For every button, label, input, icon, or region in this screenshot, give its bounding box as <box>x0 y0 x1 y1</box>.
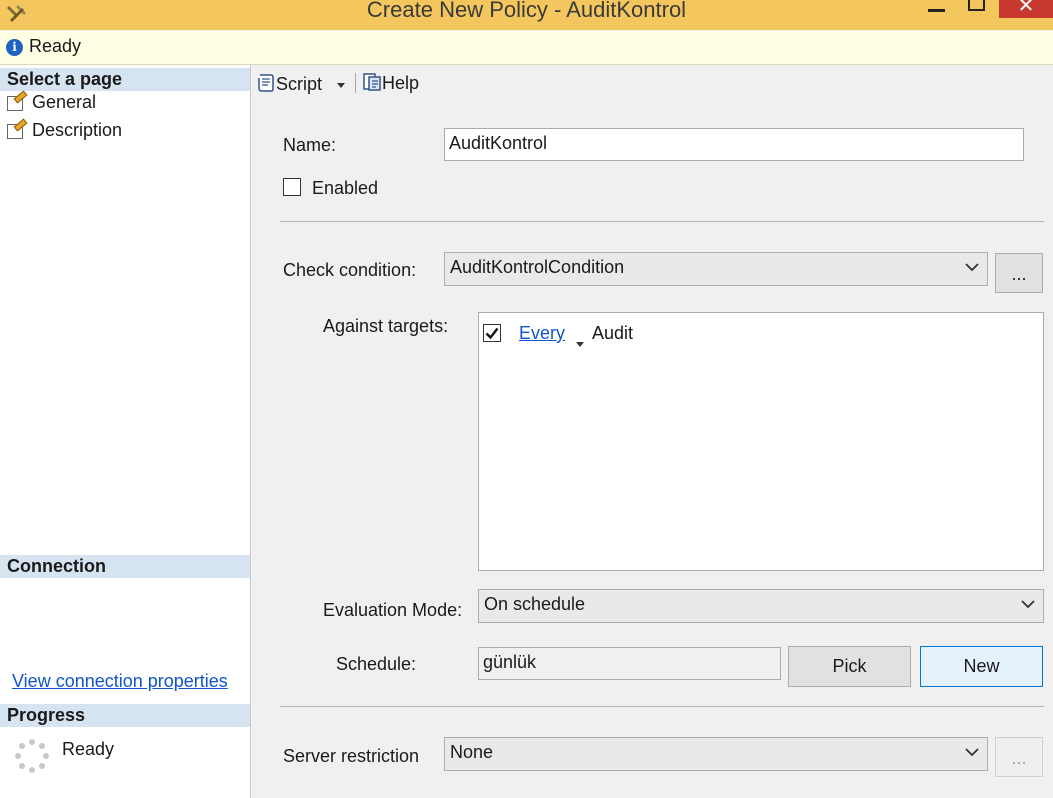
divider <box>280 706 1044 707</box>
enabled-label: Enabled <box>312 178 379 198</box>
check-condition-ellipsis-button[interactable]: ... <box>995 253 1043 293</box>
page-edit-icon <box>6 118 28 139</box>
new-button[interactable]: New <box>920 646 1043 687</box>
help-label: Help <box>382 73 420 93</box>
server-restriction-select[interactable]: None <box>444 737 988 771</box>
help-icon <box>362 72 382 92</box>
against-targets-label: Against targets: <box>323 316 449 336</box>
every-link[interactable]: Every <box>519 323 565 344</box>
chevron-down-icon <box>964 259 980 275</box>
server-restriction-ellipsis-button[interactable]: ... <box>995 737 1043 777</box>
script-icon <box>256 73 276 93</box>
status-text: Ready <box>29 36 82 56</box>
chevron-down-icon[interactable] <box>576 331 584 352</box>
schedule-label: Schedule: <box>336 654 417 674</box>
divider <box>280 221 1044 222</box>
chevron-down-icon <box>964 744 980 760</box>
evaluation-mode-select[interactable]: On schedule <box>478 589 1044 623</box>
evaluation-mode-label: Evaluation Mode: <box>323 600 463 620</box>
status-bar <box>0 31 1053 65</box>
script-label: Script <box>276 74 323 94</box>
maximize-button[interactable] <box>965 0 987 16</box>
check-condition-select[interactable]: AuditKontrolCondition <box>444 252 988 286</box>
target-checkbox[interactable] <box>483 324 501 342</box>
progress-header: Progress <box>0 704 250 727</box>
server-restriction-label: Server restriction <box>283 746 420 766</box>
help-button[interactable]: Help <box>362 72 419 96</box>
page-item-label: General <box>32 92 97 112</box>
targets-list[interactable] <box>478 312 1044 571</box>
evaluation-mode-value: On schedule <box>484 594 586 614</box>
checkmark-icon <box>485 327 499 340</box>
page-item-label: Description <box>32 120 123 140</box>
minimize-button[interactable] <box>926 0 948 18</box>
chevron-down-icon <box>1020 596 1036 612</box>
view-connection-properties-link[interactable]: View connection properties <box>12 671 228 692</box>
pick-button[interactable]: Pick <box>788 646 911 687</box>
page-edit-icon <box>6 90 28 111</box>
select-page-header: Select a page <box>0 68 250 91</box>
name-label: Name: <box>283 135 337 155</box>
info-icon: i <box>6 39 23 56</box>
close-button[interactable]: ✕ <box>999 0 1053 18</box>
chevron-down-icon[interactable] <box>337 72 346 93</box>
server-restriction-value: None <box>450 742 494 762</box>
name-input[interactable]: AuditKontrol <box>444 128 1024 161</box>
window-title: Create New Policy - AuditKontrol <box>366 0 687 22</box>
toolbar-separator <box>355 73 356 93</box>
page-item-description[interactable]: Description <box>6 118 123 144</box>
check-condition-label: Check condition: <box>283 260 417 280</box>
progress-status: Ready <box>62 739 115 759</box>
enabled-checkbox[interactable] <box>283 178 301 196</box>
close-icon: ✕ <box>1017 0 1035 17</box>
check-condition-value: AuditKontrolCondition <box>450 257 625 277</box>
script-button[interactable]: Script <box>256 72 346 96</box>
progress-spinner-icon <box>14 738 50 774</box>
schedule-input: günlük <box>478 647 781 680</box>
page-item-general[interactable]: General <box>6 90 97 116</box>
connection-header: Connection <box>0 555 250 578</box>
target-name: Audit <box>592 323 634 343</box>
